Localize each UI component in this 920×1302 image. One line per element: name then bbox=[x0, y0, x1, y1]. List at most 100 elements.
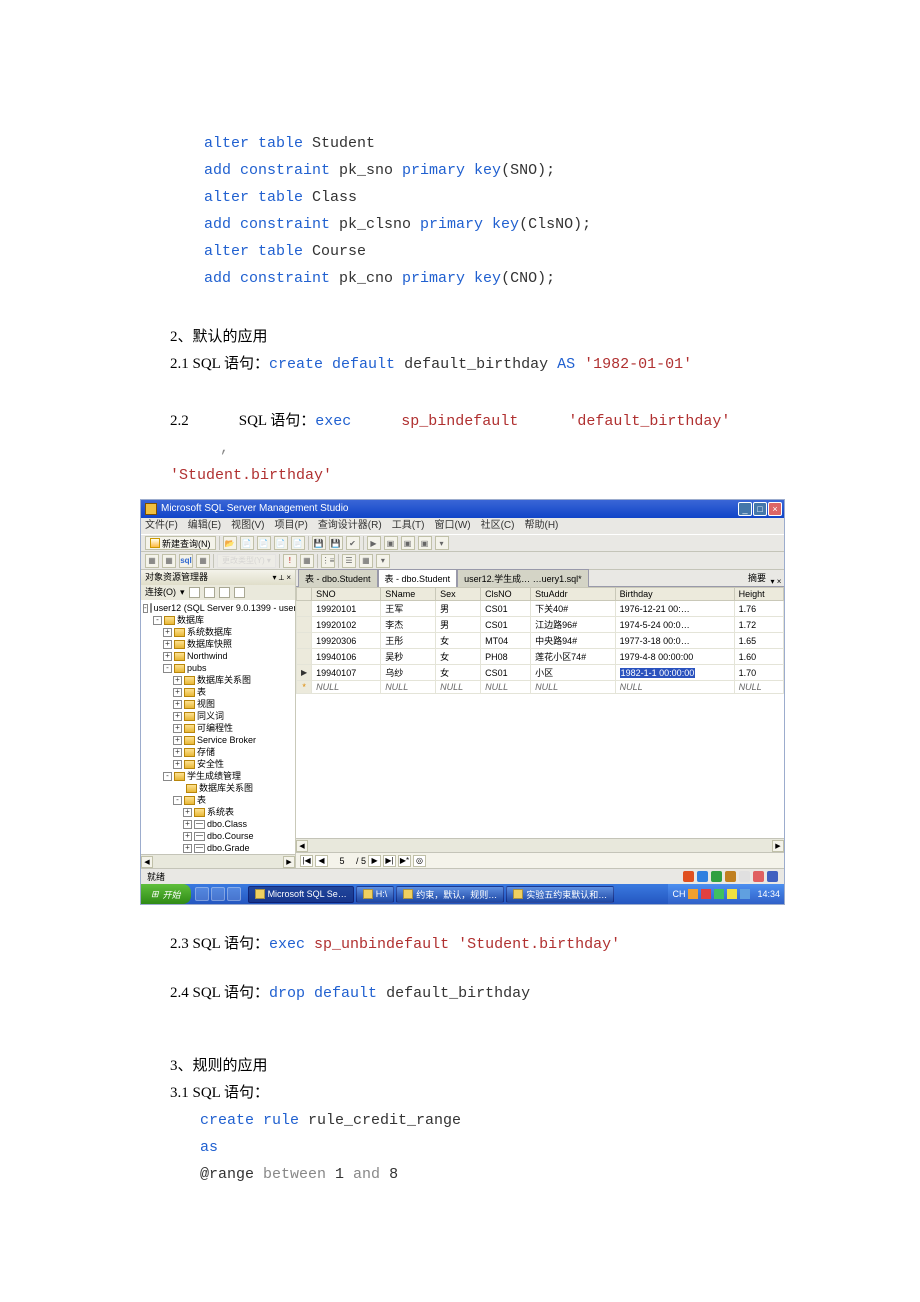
expand-icon[interactable]: + bbox=[163, 628, 172, 637]
expand-icon[interactable]: + bbox=[163, 652, 172, 661]
tree-node[interactable]: +视图 bbox=[143, 698, 295, 710]
taskbar-task[interactable]: 实验五约束默认和… bbox=[506, 886, 614, 903]
oe-filter-icon[interactable] bbox=[234, 587, 245, 598]
table-row[interactable]: *NULLNULLNULLNULLNULLNULLNULL bbox=[297, 681, 784, 694]
tree-node[interactable]: +安全性 bbox=[143, 758, 295, 770]
nav-prev-button[interactable]: ◀ bbox=[315, 855, 328, 867]
tree-node[interactable]: -表 bbox=[143, 794, 295, 806]
oe-tb-icon-1[interactable] bbox=[189, 587, 200, 598]
tab[interactable]: 表 - dbo.Student bbox=[378, 569, 458, 587]
window-titlebar[interactable]: Microsoft SQL Server Management Studio _… bbox=[141, 500, 784, 518]
tb-open-icon[interactable]: 📂 bbox=[223, 536, 237, 550]
tree-node[interactable]: 数据库关系图 bbox=[143, 782, 295, 794]
collapse-icon[interactable]: - bbox=[163, 664, 172, 673]
tab-dropdown-icon[interactable]: ▾ × bbox=[770, 577, 782, 586]
collapse-icon[interactable]: - bbox=[173, 796, 182, 805]
tree-node[interactable]: +同义词 bbox=[143, 710, 295, 722]
scroll-left-icon[interactable]: ◀ bbox=[141, 856, 153, 868]
expand-icon[interactable]: + bbox=[173, 688, 182, 697]
tb2-btn-7[interactable]: ▦ bbox=[300, 554, 314, 568]
expand-icon[interactable]: + bbox=[173, 712, 182, 721]
tb2-btn-2[interactable]: ▦ bbox=[162, 554, 176, 568]
tab[interactable]: user12.学生成… …uery1.sql* bbox=[457, 569, 589, 587]
nav-first-button[interactable]: |◀ bbox=[300, 855, 313, 867]
tray-icon-5[interactable] bbox=[740, 889, 750, 899]
tree-node[interactable]: +存储 bbox=[143, 746, 295, 758]
tb2-btn-11[interactable]: ▾ bbox=[376, 554, 390, 568]
tb2-btn-1[interactable]: ▦ bbox=[145, 554, 159, 568]
tray-icon-1[interactable] bbox=[688, 889, 698, 899]
expand-icon[interactable]: + bbox=[173, 748, 182, 757]
expand-icon[interactable]: + bbox=[173, 700, 182, 709]
menu-item[interactable]: 查询设计器(R) bbox=[318, 518, 382, 534]
taskbar-task[interactable]: Microsoft SQL Se… bbox=[248, 886, 354, 903]
tb-btn-13[interactable]: ▾ bbox=[435, 536, 449, 550]
tb-btn-2[interactable]: 📄 bbox=[240, 536, 254, 550]
column-header[interactable]: StuAddr bbox=[531, 588, 616, 601]
menu-item[interactable]: 项目(P) bbox=[274, 518, 307, 534]
nav-stop-button[interactable]: ◎ bbox=[413, 855, 426, 867]
column-header[interactable]: Height bbox=[734, 588, 783, 601]
nav-position[interactable]: 5 bbox=[330, 856, 354, 866]
tb-btn-9[interactable]: ▶ bbox=[367, 536, 381, 550]
table-row[interactable]: 19940106吴秒女PH08莲花小区74#1979-4-8 00:00:001… bbox=[297, 649, 784, 665]
oe-hscrollbar[interactable]: ◀▶ bbox=[141, 854, 295, 868]
collapse-icon[interactable]: - bbox=[153, 616, 162, 625]
oe-tb-icon-2[interactable] bbox=[204, 587, 215, 598]
tray-icon-3[interactable] bbox=[714, 889, 724, 899]
tree-node[interactable]: +数据库关系图 bbox=[143, 674, 295, 686]
expand-icon[interactable]: - bbox=[143, 604, 148, 613]
ql-ie-icon[interactable] bbox=[195, 887, 209, 901]
tb-btn-3[interactable]: 📄 bbox=[257, 536, 271, 550]
table-row[interactable]: 19920102李杰男CS01江边路96#1974-5-24 00:0…1.72 bbox=[297, 617, 784, 633]
taskbar-task[interactable]: H:\ bbox=[356, 886, 395, 903]
close-button[interactable]: × bbox=[768, 502, 782, 516]
expand-icon[interactable]: + bbox=[173, 724, 182, 733]
start-button[interactable]: ⊞开始 bbox=[141, 884, 191, 904]
tree-node[interactable]: +系统数据库 bbox=[143, 626, 295, 638]
nav-last-button[interactable]: ▶| bbox=[383, 855, 396, 867]
tb-btn-4[interactable]: 📄 bbox=[274, 536, 288, 550]
column-header[interactable]: SName bbox=[381, 588, 436, 601]
tree-node[interactable]: -pubs bbox=[143, 662, 295, 674]
tree-node[interactable]: +dbo.Class bbox=[143, 818, 295, 830]
tree-node[interactable]: +dbo.Course bbox=[143, 830, 295, 842]
menu-item[interactable]: 帮助(H) bbox=[524, 518, 558, 534]
expand-icon[interactable]: + bbox=[173, 736, 182, 745]
tb2-execute-icon[interactable]: ! bbox=[283, 554, 297, 568]
clock[interactable]: 14:34 bbox=[757, 889, 780, 899]
tb2-btn-10[interactable]: ▦ bbox=[359, 554, 373, 568]
column-header[interactable]: Birthday bbox=[615, 588, 734, 601]
menu-item[interactable]: 文件(F) bbox=[145, 518, 178, 534]
expand-icon[interactable]: + bbox=[173, 760, 182, 769]
oe-refresh-icon[interactable] bbox=[219, 587, 230, 598]
ql-icon-3[interactable] bbox=[227, 887, 241, 901]
tree-node[interactable]: +dbo.Grade bbox=[143, 842, 295, 854]
column-header[interactable]: SNO bbox=[312, 588, 381, 601]
tree-node[interactable]: +Service Broker bbox=[143, 734, 295, 746]
menu-item[interactable]: 编辑(E) bbox=[188, 518, 221, 534]
tree-node[interactable]: +数据库快照 bbox=[143, 638, 295, 650]
table-row[interactable]: ▶19940107乌纱女CS01小区1982-1-1 00:00:001.70 bbox=[297, 665, 784, 681]
tb-btn-5[interactable]: 📄 bbox=[291, 536, 305, 550]
tree-node[interactable]: +可编程性 bbox=[143, 722, 295, 734]
expand-icon[interactable]: + bbox=[163, 640, 172, 649]
scroll-right-icon[interactable]: ▶ bbox=[283, 856, 295, 868]
new-query-button[interactable]: 新建查询(N) bbox=[145, 536, 216, 550]
data-grid[interactable]: SNOSNameSexClsNOStuAddrBirthdayHeight199… bbox=[296, 587, 784, 838]
tree-node[interactable]: +系统表 bbox=[143, 806, 295, 818]
maximize-button[interactable]: □ bbox=[753, 502, 767, 516]
collapse-icon[interactable]: - bbox=[163, 772, 172, 781]
column-header[interactable]: ClsNO bbox=[481, 588, 531, 601]
table-row[interactable]: 19920101王军男CS01下关40#1976-12-21 00:…1.76 bbox=[297, 601, 784, 617]
tree-node[interactable]: -学生成绩管理 bbox=[143, 770, 295, 782]
table-row[interactable]: 19920306王彤女MT04中央路94#1977-3-18 00:0…1.65 bbox=[297, 633, 784, 649]
tb2-btn-8[interactable]: ⋮≡ bbox=[321, 554, 335, 568]
expand-icon[interactable]: + bbox=[183, 808, 192, 817]
grid-hscrollbar[interactable]: ◀▶ bbox=[296, 838, 784, 852]
minimize-button[interactable]: _ bbox=[738, 502, 752, 516]
menu-item[interactable]: 工具(T) bbox=[392, 518, 425, 534]
expand-icon[interactable]: + bbox=[183, 844, 192, 853]
tb-save-icon[interactable]: 💾 bbox=[312, 536, 326, 550]
expand-icon[interactable]: + bbox=[183, 820, 192, 829]
